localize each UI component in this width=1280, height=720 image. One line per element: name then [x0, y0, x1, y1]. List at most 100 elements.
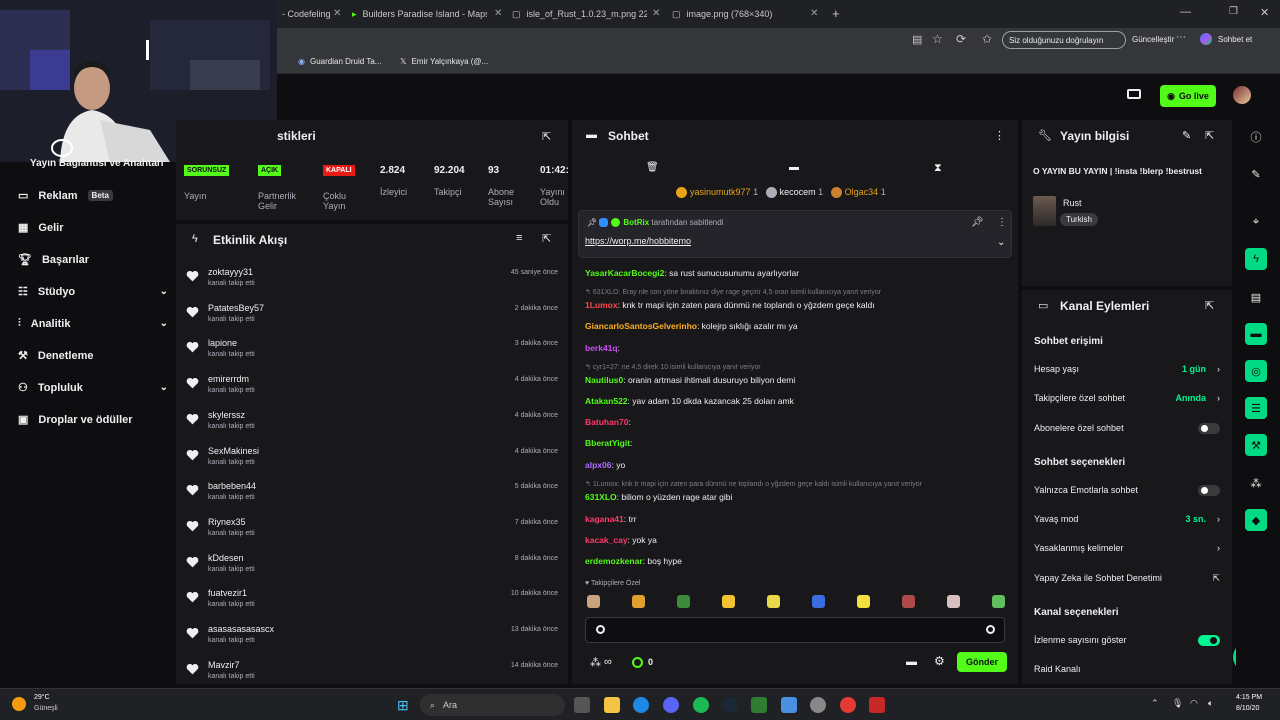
- chat-username[interactable]: Nautilus0: [585, 375, 623, 385]
- emote-icon[interactable]: [857, 595, 870, 608]
- follower-name[interactable]: zoktayyy31: [208, 267, 253, 277]
- show-viewcount-toggle[interactable]: [1198, 635, 1220, 646]
- star-icon[interactable]: ☆: [932, 32, 943, 46]
- favorites-icon[interactable]: ✩: [982, 32, 992, 46]
- hourglass-icon[interactable]: ⧗: [934, 162, 942, 175]
- verify-button[interactable]: Siz olduğunuzu doğrulayın: [1002, 31, 1126, 49]
- emote-icon[interactable]: [767, 595, 780, 608]
- sidebar-item-analytics[interactable]: ⫶ Analitik ⌄: [18, 317, 168, 330]
- emote-icon[interactable]: [722, 595, 735, 608]
- send-button[interactable]: Gönder: [957, 652, 1007, 672]
- emote-icon[interactable]: [812, 595, 825, 608]
- pin-icon[interactable]: 📌︎: [971, 217, 984, 228]
- raid-channel-row[interactable]: Raid Kanalı: [1034, 664, 1222, 674]
- crosshair-icon[interactable]: ⌖: [1245, 211, 1267, 233]
- emoji-icon[interactable]: [596, 625, 605, 634]
- sidebar-item-drops[interactable]: ▣ Droplar ve ödüller: [18, 413, 168, 427]
- chat-username[interactable]: alpx06: [585, 460, 611, 470]
- browser-tab[interactable]: ▢ image.png (768×340): [672, 4, 802, 24]
- chat-bubble-icon[interactable]: ▬: [789, 162, 799, 173]
- close-icon[interactable]: ✕: [652, 8, 660, 19]
- server-icon[interactable]: ☰: [1245, 397, 1267, 419]
- chat-bubble-icon[interactable]: ▬: [906, 656, 917, 668]
- chat-bubble-icon[interactable]: ▬: [1245, 323, 1267, 345]
- sidebar-item-moderation[interactable]: ⚒︎ Denetleme: [18, 349, 168, 363]
- windows-start-icon[interactable]: ⊞: [397, 697, 409, 714]
- spotify-icon[interactable]: [693, 697, 709, 713]
- close-icon[interactable]: ✕: [333, 8, 341, 19]
- pinned-by-user[interactable]: BotRix: [623, 218, 649, 227]
- go-live-button[interactable]: ◉ Go live: [1160, 85, 1216, 107]
- category-thumbnail[interactable]: [1033, 196, 1056, 226]
- pinned-link[interactable]: https://worp.me/hobbitemo: [585, 236, 691, 246]
- reader-icon[interactable]: ▤: [912, 33, 922, 46]
- chat-username[interactable]: GiancarloSantosGelverinho: [585, 321, 697, 331]
- chat-username[interactable]: kacak_cay: [585, 535, 628, 545]
- sidebar-item-revenue[interactable]: ▦ Gelir: [18, 221, 168, 235]
- camera-icon[interactable]: [1127, 89, 1141, 99]
- browser-tab[interactable]: ▸ Builders Paradise Island - Maps - C: [352, 4, 487, 24]
- popout-icon[interactable]: ⇱: [1205, 299, 1214, 312]
- notepad-icon[interactable]: [781, 697, 797, 713]
- emote-icon[interactable]: [947, 595, 960, 608]
- edge-icon[interactable]: [633, 697, 649, 713]
- wifi-icon[interactable]: ◠: [1190, 698, 1198, 709]
- subs-only-toggle[interactable]: [1198, 423, 1220, 434]
- chat-input[interactable]: [585, 617, 1005, 643]
- sidebar-item-achievements[interactable]: 🏆︎ Başarılar: [18, 253, 168, 267]
- close-icon[interactable]: ✕: [810, 8, 818, 19]
- banned-words-row[interactable]: Yasaklanmış kelimeler ›: [1034, 543, 1222, 553]
- follower-name[interactable]: asasasasasascx: [208, 624, 274, 634]
- slow-mode-row[interactable]: Yavaş mod 3 sn. ›: [1034, 514, 1222, 524]
- sidebar-item-ads[interactable]: ▭ Reklam Beta: [18, 189, 168, 202]
- bolt-icon[interactable]: ϟ: [1245, 248, 1267, 270]
- chat-username[interactable]: YasarKacarBocegi2: [585, 268, 664, 278]
- more-vertical-icon[interactable]: ⋮: [997, 217, 1007, 228]
- chat-username[interactable]: 631XLO: [585, 492, 617, 502]
- popout-icon[interactable]: ⇱: [542, 232, 551, 245]
- terminal-icon[interactable]: [751, 697, 767, 713]
- pencil-icon[interactable]: ✎: [1182, 129, 1191, 142]
- speaker-icon[interactable]: 🔈︎: [1208, 698, 1213, 709]
- chat-username[interactable]: Atakan522: [585, 396, 628, 406]
- avatar[interactable]: [1233, 86, 1251, 104]
- obs-icon[interactable]: [840, 697, 856, 713]
- infinity-icon[interactable]: ∞: [604, 656, 612, 668]
- gear-icon[interactable]: ⚙︎: [934, 654, 945, 668]
- popout-icon[interactable]: ⇱: [542, 130, 551, 143]
- bookmark-item[interactable]: 𝕏 Emir Yalçınkaya (@...: [400, 57, 488, 66]
- settings-icon[interactable]: [810, 697, 826, 713]
- top-user-name[interactable]: Olgac34: [845, 187, 879, 197]
- maximize-icon[interactable]: ❐: [1229, 6, 1238, 17]
- follower-name[interactable]: fuatvezir1: [208, 588, 247, 598]
- account-age-row[interactable]: Hesap yaşı 1 gün ›: [1034, 364, 1222, 374]
- app-icon[interactable]: [869, 697, 885, 713]
- chevron-up-icon[interactable]: ⌃: [1151, 698, 1159, 709]
- sidebar-item-studio[interactable]: ☷ Stüdyo ⌄: [18, 285, 168, 299]
- copilot-icon[interactable]: [1200, 33, 1212, 45]
- follower-name[interactable]: PatatesBey57: [208, 303, 264, 313]
- task-view-icon[interactable]: [574, 697, 590, 713]
- diamond-icon[interactable]: ◆: [1245, 509, 1267, 531]
- browser-tab[interactable]: ▢ isle_of_Rust_1.0.23_m.png 22ce3: [512, 4, 647, 24]
- points-icon[interactable]: ⁂: [590, 656, 601, 669]
- follower-name[interactable]: barbeben44: [208, 481, 256, 491]
- sidebar-item-community[interactable]: ⚇ Topluluk ⌄: [18, 381, 168, 395]
- followers-only-row[interactable]: Takipçilere özel sohbet Anında ›: [1034, 393, 1222, 403]
- chat-username[interactable]: 1Lumox: [585, 300, 618, 310]
- follower-name[interactable]: Riynex35: [208, 517, 246, 527]
- search-box[interactable]: ⌕ Ara: [420, 694, 565, 716]
- info-icon[interactable]: ⓘ: [1245, 126, 1267, 148]
- emote-icon[interactable]: [632, 595, 645, 608]
- popout-icon[interactable]: ⇱: [1205, 129, 1214, 142]
- chat-username[interactable]: erdemozkenar: [585, 556, 643, 566]
- chevron-down-icon[interactable]: ⌄: [997, 237, 1005, 248]
- filter-icon[interactable]: ≡: [516, 232, 522, 244]
- follower-name[interactable]: kDdesen: [208, 553, 244, 563]
- emote-icon[interactable]: [587, 595, 600, 608]
- close-icon[interactable]: ✕: [494, 8, 502, 19]
- close-window-icon[interactable]: ✕: [1260, 6, 1269, 19]
- chat-username[interactable]: berk41q: [585, 343, 618, 353]
- steam-icon[interactable]: [722, 697, 738, 713]
- category-name[interactable]: Rust: [1063, 198, 1082, 208]
